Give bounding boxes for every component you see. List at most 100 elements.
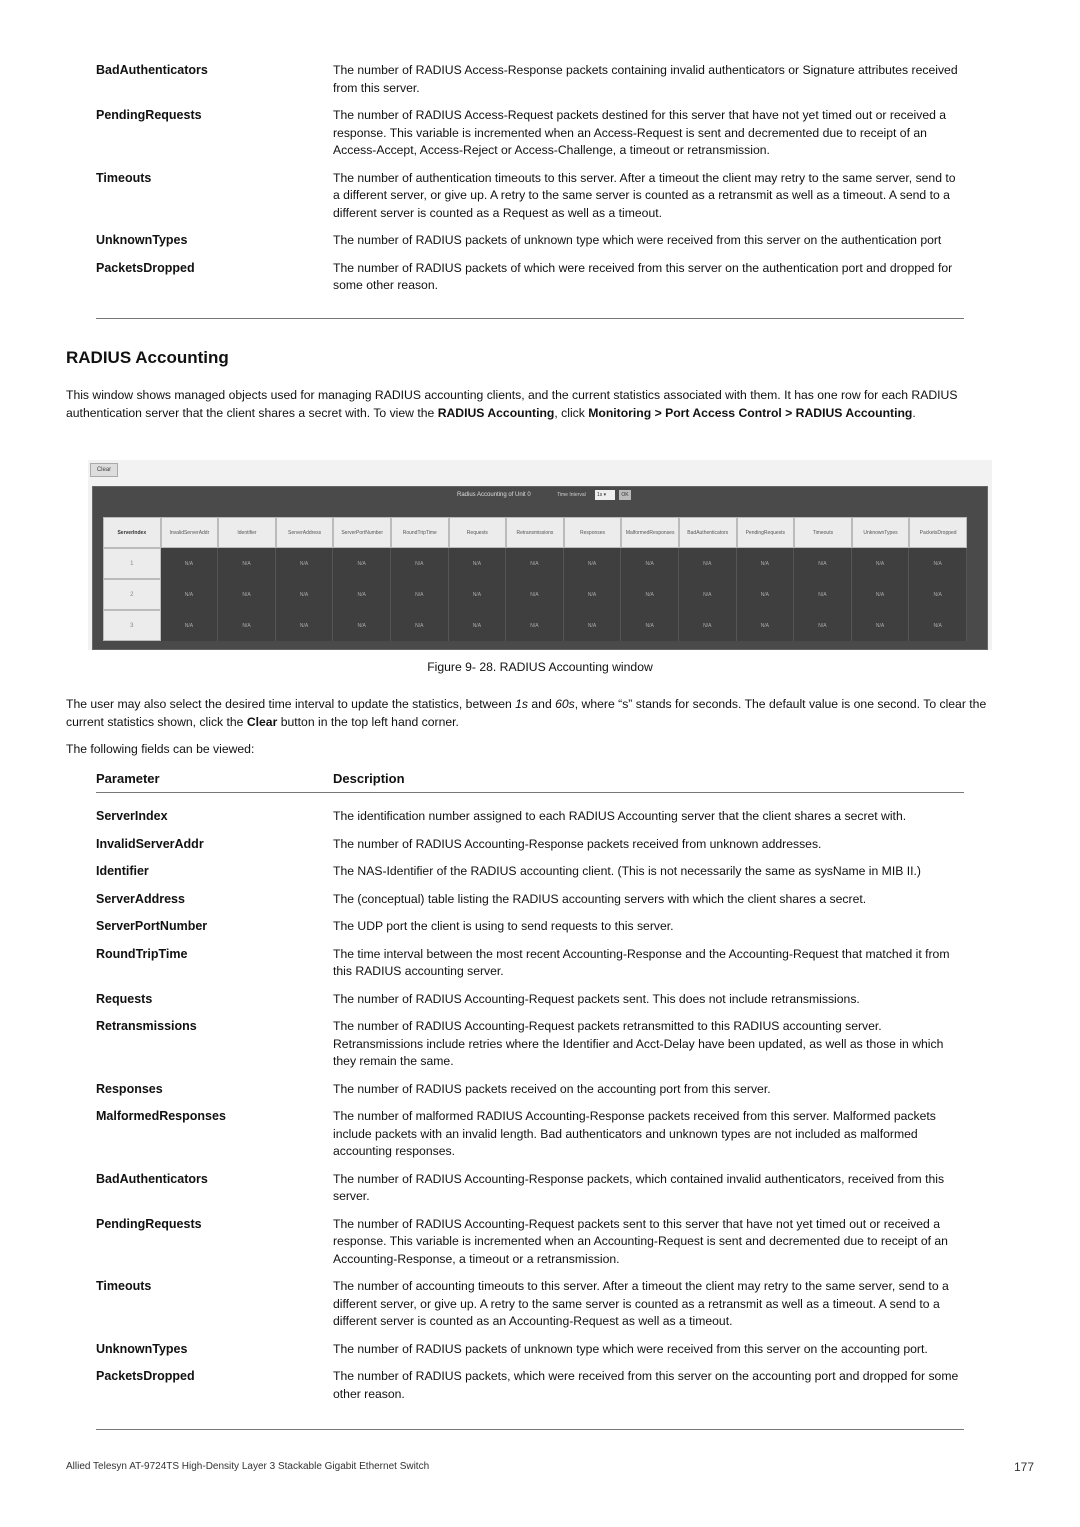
parameter-name: ServerIndex [96,809,168,823]
table-row: PendingRequests The number of RADIUS Acco… [96,1216,964,1269]
data-cell: N/A [160,610,219,641]
data-cell: N/A [909,579,967,610]
parameter-table: ServerIndex The identification number ass… [96,808,964,1413]
data-cell: N/A [160,579,219,610]
parameter-description: The number of RADIUS packets received on… [333,1081,771,1096]
table-row: ServerPortNumber The UDP port the client … [96,918,964,936]
bold-text: Clear [246,714,278,729]
table-row: BadAuthenticators The number of RADIUS Ac… [96,1171,964,1206]
data-cell: N/A [333,548,391,579]
column-header: PendingRequests [736,517,795,548]
parameter-description: The number of RADIUS packets of which we… [333,260,953,293]
data-cell: N/A [160,548,219,579]
divider [96,1429,964,1430]
data-cell: N/A [736,548,795,579]
intro-text: . [912,405,916,420]
parameter-name: ServerPortNumber [96,919,208,933]
header-parameter: Parameter [96,771,160,786]
parameter-name: ServerAddress [96,891,185,906]
data-cell: N/A [390,548,449,579]
table-row: PacketsDropped The number of RADIUS packe… [96,260,964,295]
divider [96,318,964,319]
column-header: Retransmissions [506,517,564,548]
radius-accounting-screenshot: Clear Radius Accounting of Unit 0 Time I… [88,460,992,650]
page-number: 177 [1013,1460,1034,1474]
table-row: ServerIndex The identification number ass… [96,808,964,826]
column-header: BadAuthenticators [678,517,737,548]
intro-text: , click [554,405,589,420]
table-row: Timeouts The number of authentication tim… [96,170,964,223]
parameter-description: The identification number assigned to ea… [333,809,907,823]
parameter-description: The number of RADIUS Accounting-Response… [333,836,822,851]
table-row: InvalidServerAddr The number of RADIUS Ac… [96,836,964,854]
column-header: Timeouts [794,517,852,548]
table-row: Identifier The NAS-Identifier of the RADI… [96,863,964,881]
data-cell: N/A [736,610,795,641]
parameter-name: Requests [96,991,153,1006]
parameter-name: PacketsDropped [96,260,195,275]
text: The user may also select the desired tim… [66,697,516,711]
column-header: RoundTripTime [390,517,449,548]
parameter-description: The number of authentication timeouts to… [333,170,956,220]
data-cell: N/A [621,548,679,579]
column-header: PacketsDropped [909,517,967,548]
section-title: RADIUS Accounting [66,348,229,367]
parameter-description: The number of RADIUS Accounting-Request … [333,1216,948,1266]
text: button in the top left hand corner. [277,714,459,729]
data-cell: N/A [333,579,391,610]
top-parameter-list: BadAuthenticators The number of RADIUS Ac… [96,62,964,305]
parameter-name: InvalidServerAddr [96,836,204,851]
table-row: PacketsDropped The number of RADIUS packe… [96,1368,964,1403]
data-cell: N/A [218,548,276,579]
data-cell: N/A [736,579,795,610]
table-row: RoundTripTime The time interval between t… [96,946,964,981]
table-row: BadAuthenticators The number of RADIUS Ac… [96,62,964,97]
column-header: Identifier [218,517,276,548]
data-cell: N/A [851,610,910,641]
clear-button[interactable]: Clear [90,463,118,477]
server-index-cell: 3 [103,610,161,641]
data-cell: N/A [275,579,334,610]
data-cell: N/A [563,610,622,641]
data-cell: N/A [794,579,852,610]
accounting-table: ServerIndex InvalidServerAddr Identifier Se… [103,517,967,641]
intro-paragraph: This window shows managed objects used f… [66,387,1016,422]
intro-bold-path: Monitoring > Port Access Control > RADIU… [588,405,913,420]
server-index-cell: 1 [103,548,161,579]
column-header: Requests [448,517,507,548]
column-header: MalformedResponses [621,517,679,548]
parameter-name: PendingRequests [96,108,202,122]
time-interval-value: 1s [597,492,603,498]
data-cell: N/A [390,579,449,610]
column-header: ServerPortNumber [333,517,391,548]
fields-intro: The following fields can be viewed: [66,742,255,756]
parameter-description: The number of RADIUS Accounting-Response… [333,1171,945,1204]
divider [96,792,964,793]
table-row: Requests The number of RADIUS Accounting-… [96,991,964,1009]
parameter-name: BadAuthenticators [96,1171,208,1186]
parameter-name: Timeouts [96,1279,152,1293]
data-cell: N/A [678,548,737,579]
ok-button[interactable]: OK [619,490,631,500]
intro-bold-window: RADIUS Accounting [437,405,555,420]
accounting-panel: Radius Accounting of Unit 0 Time Interva… [92,486,988,650]
table-row: Retransmissions The number of RADIUS Acco… [96,1018,964,1071]
figure-caption: Figure 9- 28. RADIUS Accounting window [427,660,653,674]
time-interval-select[interactable]: 1s ▾ [595,490,615,500]
table-row: Responses The number of RADIUS packets re… [96,1081,964,1099]
data-cell: N/A [218,579,276,610]
italic-text: 60s [555,697,575,711]
parameter-name: BadAuthenticators [96,63,208,77]
data-cell: N/A [333,610,391,641]
data-cell: N/A [506,610,564,641]
parameter-name: Responses [96,1081,163,1096]
table-row: Timeouts The number of accounting timeout… [96,1278,964,1331]
data-cell: N/A [506,579,564,610]
header-description: Description [333,771,405,786]
data-cell: N/A [563,579,622,610]
parameter-description: The number of accounting timeouts to thi… [333,1279,949,1328]
data-cell: N/A [448,548,507,579]
parameter-name: MalformedResponses [96,1109,226,1123]
data-cell: N/A [275,548,334,579]
parameter-description: The number of RADIUS packets of unknown … [333,1341,928,1356]
